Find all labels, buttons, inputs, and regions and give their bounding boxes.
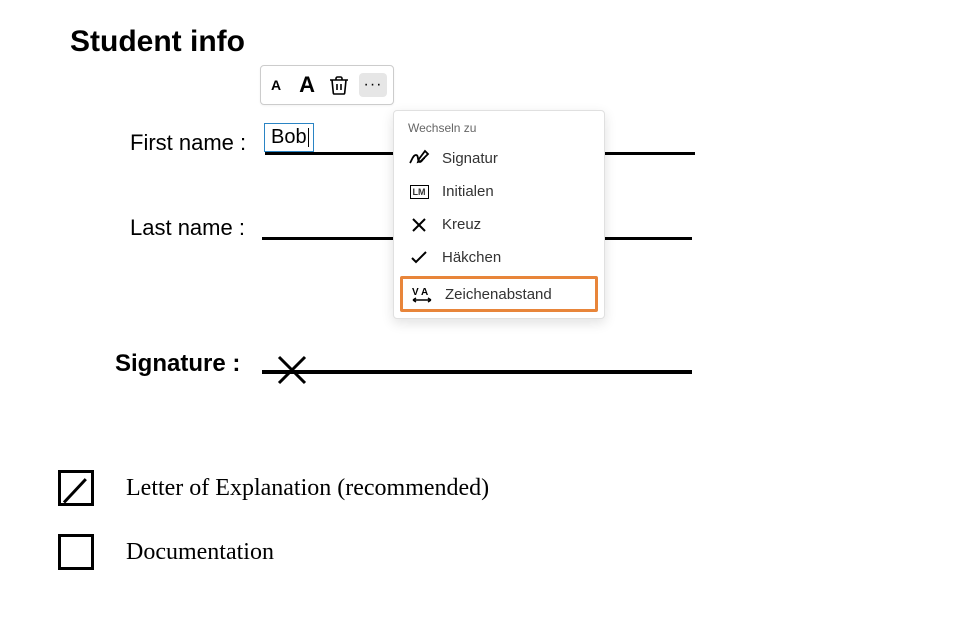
menu-item-label: Signatur <box>442 150 498 167</box>
menu-header: Wechseln zu <box>394 115 604 141</box>
svg-text:A: A <box>421 287 428 298</box>
first-name-input[interactable]: Bob <box>264 123 314 152</box>
checklist-row-documentation: Documentation <box>58 534 489 570</box>
signature-row: Signature : <box>115 350 240 378</box>
checklist-row-letter: Letter of Explanation (recommended) <box>58 470 489 506</box>
menu-item-signature[interactable]: Signatur <box>394 141 604 175</box>
checkbox-label: Documentation <box>126 539 274 566</box>
menu-item-label: Zeichenabstand <box>445 286 552 303</box>
last-name-label: Last name : <box>130 215 245 241</box>
delete-button[interactable] <box>329 75 349 95</box>
checkbox-letter[interactable] <box>58 470 94 506</box>
cross-icon <box>275 353 309 387</box>
increase-font-button[interactable]: A <box>295 70 319 100</box>
first-name-row: First name : <box>130 130 246 156</box>
checkbox-label: Letter of Explanation (recommended) <box>126 475 489 502</box>
signature-line[interactable] <box>262 370 692 374</box>
page-title: Student info <box>70 25 245 59</box>
menu-item-label: Kreuz <box>442 216 481 233</box>
check-icon <box>410 251 428 265</box>
attachments-checklist: Letter of Explanation (recommended) Docu… <box>58 470 489 598</box>
cross-icon <box>411 217 427 233</box>
svg-text:V: V <box>412 287 419 298</box>
menu-item-check[interactable]: Häkchen <box>394 241 604 274</box>
menu-item-initials[interactable]: LM Initialen <box>394 175 604 208</box>
last-name-row: Last name : <box>130 215 245 241</box>
trash-icon <box>330 75 348 95</box>
signature-label: Signature : <box>115 350 240 378</box>
switch-to-menu: Wechseln zu Signatur LM Initialen Kreuz … <box>393 110 605 319</box>
text-toolbar: A A ··· <box>260 65 394 105</box>
signature-icon <box>408 149 430 167</box>
initials-icon: LM <box>410 185 429 199</box>
menu-item-label: Häkchen <box>442 249 501 266</box>
menu-item-character-spacing[interactable]: V A Zeichenabstand <box>400 276 598 312</box>
decrease-font-button[interactable]: A <box>267 75 285 95</box>
more-options-button[interactable]: ··· <box>359 73 387 97</box>
first-name-label: First name : <box>130 130 246 156</box>
checkbox-documentation[interactable] <box>58 534 94 570</box>
signature-x-mark[interactable] <box>275 353 309 392</box>
menu-item-cross[interactable]: Kreuz <box>394 208 604 241</box>
character-spacing-icon: V A <box>411 285 433 303</box>
menu-item-label: Initialen <box>442 183 494 200</box>
